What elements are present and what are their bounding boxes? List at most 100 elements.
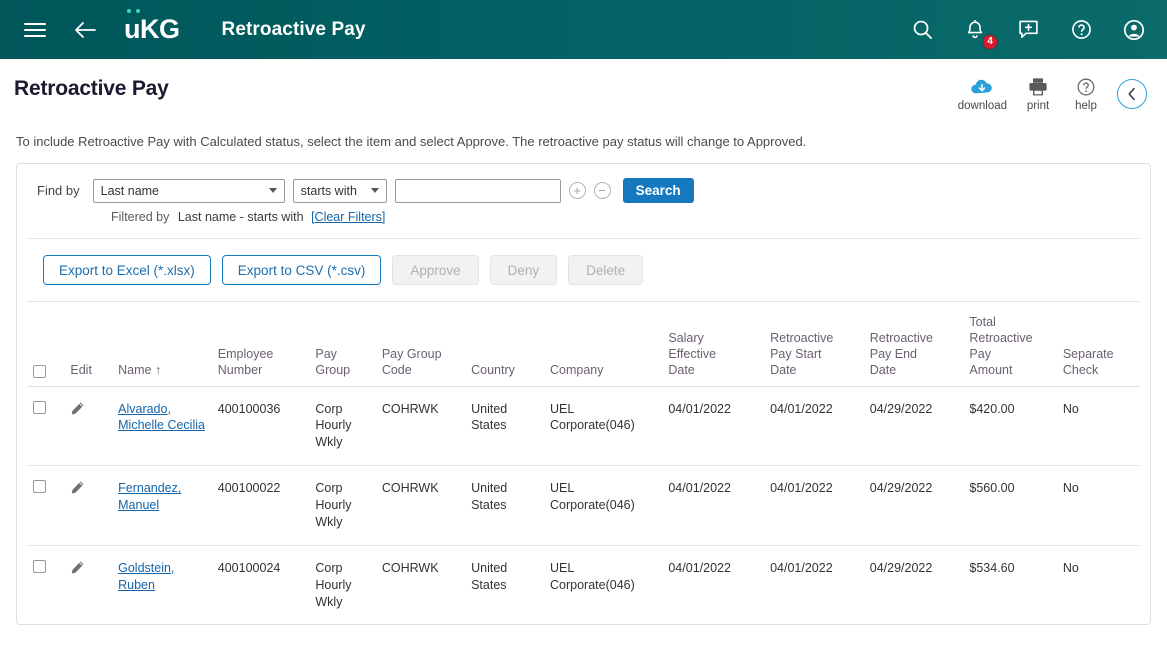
name-header-label: Name: [118, 362, 152, 377]
total-amount-header-line4: Amount: [969, 362, 1013, 377]
table-row: Alvarado, Michelle Cecilia 400100036 Corp …: [27, 386, 1140, 467]
separate-check-header-line1: Separate: [1062, 346, 1114, 361]
retro-end-date-header: Retroactive Pay End Date: [863, 302, 964, 387]
pay-group-code-header: Pay Group Code: [375, 302, 466, 387]
retro-start-header-line2: Pay Start: [770, 346, 822, 361]
notification-badge: 4: [982, 33, 998, 50]
row-employee-number-cell: 400100036: [211, 386, 310, 467]
deny-button: Deny: [489, 255, 558, 285]
download-action[interactable]: download: [958, 77, 1007, 112]
edit-pencil-icon[interactable]: [70, 401, 85, 421]
search-button[interactable]: [907, 15, 937, 45]
chevron-down-icon: [370, 188, 379, 193]
back-button[interactable]: [70, 15, 100, 45]
find-by-operator-value: starts with: [300, 183, 357, 198]
collapse-panel-button[interactable]: [1117, 79, 1147, 109]
salary-effective-header-line2: Effective: [668, 346, 717, 361]
row-salary-effective-date-cell: 04/01/2022: [662, 386, 765, 467]
logo-umlaut-dots: [127, 9, 140, 13]
export-excel-button[interactable]: Export to Excel (*.xlsx): [43, 255, 211, 285]
row-checkbox[interactable]: [33, 400, 46, 414]
row-name-link[interactable]: Goldstein, Ruben: [118, 560, 206, 594]
help-action[interactable]: help: [1069, 77, 1103, 112]
back-arrow-icon: [75, 21, 96, 38]
row-name-link-cell: Goldstein, Ruben: [112, 545, 212, 624]
user-avatar-icon: [1123, 19, 1145, 40]
search-button[interactable]: Search: [622, 178, 694, 203]
results-table-wrapper: Edit Name ↑ Employee Number Pay Group Pa…: [17, 302, 1150, 624]
find-by-operator-select[interactable]: starts with: [292, 178, 387, 203]
notifications-button[interactable]: 4: [960, 15, 998, 50]
find-by-value-input[interactable]: [394, 178, 561, 203]
row-total-amount-cell: $420.00: [963, 386, 1057, 467]
employee-number-header: Employee Number: [211, 302, 310, 387]
edit-header: Edit: [64, 302, 113, 387]
edit-pencil-icon[interactable]: [70, 560, 85, 580]
delete-button: Delete: [568, 255, 644, 285]
salary-effective-header-line3: Date: [668, 362, 695, 377]
total-amount-header-line2: Retroactive: [969, 330, 1033, 345]
row-country-cell: United States: [471, 560, 508, 592]
retro-end-header-line2: Pay End: [869, 346, 918, 361]
menu-button[interactable]: [20, 15, 50, 45]
search-panel: Find by Last name starts with + − Search…: [16, 163, 1151, 626]
table-header-row: Edit Name ↑ Employee Number Pay Group Pa…: [27, 302, 1140, 387]
row-name-link[interactable]: Alvarado, Michelle Cecilia: [118, 401, 206, 435]
select-all-checkbox[interactable]: [33, 364, 46, 378]
filtered-by-value: Last name - starts with: [177, 210, 304, 224]
retroactive-pay-table: Edit Name ↑ Employee Number Pay Group Pa…: [27, 302, 1140, 624]
row-company-cell: UEL Corporate(046): [544, 465, 663, 546]
edit-pencil-icon[interactable]: [70, 480, 85, 500]
download-label: download: [957, 100, 1007, 112]
salary-effective-header-line1: Salary: [668, 330, 704, 345]
profile-button[interactable]: [1119, 15, 1149, 45]
row-retro-end-date-cell: 04/29/2022: [863, 386, 964, 467]
page-toolbar: download print help: [958, 77, 1151, 112]
chevron-left-icon: [1128, 87, 1135, 101]
row-retro-end-date-cell: 04/29/2022: [869, 560, 933, 575]
printer-icon: [1029, 78, 1047, 96]
pay-group-code-header-line2: Code: [381, 362, 412, 377]
row-edit-cell: [64, 545, 112, 624]
row-select-cell: [27, 465, 65, 546]
row-total-amount-cell: $534.60: [969, 560, 1015, 575]
row-company-cell: UEL Corporate(046): [544, 386, 663, 467]
ukg-logo[interactable]: u KG: [124, 9, 180, 44]
help-button[interactable]: [1066, 15, 1096, 45]
row-retro-start-date-cell: 04/01/2022: [764, 465, 864, 546]
table-head: Edit Name ↑ Employee Number Pay Group Pa…: [27, 302, 1140, 387]
page-header: Retroactive Pay download print help: [0, 59, 1167, 112]
print-action[interactable]: print: [1021, 77, 1055, 112]
row-separate-check-cell: No: [1056, 386, 1140, 467]
total-amount-header: Total Retroactive Pay Amount: [963, 302, 1057, 387]
row-pay-group-code-cell: COHRWK: [375, 465, 466, 546]
total-amount-header-line1: Total: [969, 314, 996, 329]
row-edit-cell: [64, 465, 113, 546]
row-separate-check-cell: No: [1056, 465, 1140, 546]
add-criteria-button[interactable]: +: [568, 182, 586, 199]
row-pay-group-code-cell: COHRWK: [375, 386, 466, 467]
help-circle-icon: [1077, 78, 1095, 96]
filter-row: Find by Last name starts with + − Search: [17, 164, 1150, 203]
pay-group-header: Pay Group: [309, 302, 376, 387]
row-retro-start-date-cell: 04/01/2022: [770, 560, 833, 575]
row-retro-start-date-cell: 04/01/2022: [764, 386, 864, 467]
row-employee-number-cell: 400100022: [211, 465, 310, 546]
company-header: Company: [544, 302, 663, 387]
name-header[interactable]: Name ↑: [112, 302, 212, 387]
remove-criteria-button[interactable]: −: [593, 182, 611, 199]
row-checkbox[interactable]: [33, 559, 46, 573]
table-body: Alvarado, Michelle Cecilia 400100036 Corp …: [27, 386, 1140, 624]
row-total-amount-cell: $560.00: [963, 465, 1057, 546]
row-name-link[interactable]: Fernandez, Manuel: [118, 480, 206, 514]
find-by-field-select[interactable]: Last name: [92, 178, 285, 203]
logo-kg: KG: [140, 14, 180, 44]
row-checkbox[interactable]: [33, 480, 46, 494]
export-csv-button[interactable]: Export to CSV (*.csv): [221, 255, 382, 285]
feedback-button[interactable]: [1013, 15, 1043, 45]
clear-filters-link[interactable]: [Clear Filters]: [311, 210, 385, 224]
instruction-text: To include Retroactive Pay with Calculat…: [16, 134, 807, 149]
select-all-header: [27, 302, 65, 387]
table-row: Goldstein, Ruben 400100024 Corp Hourly Wkl…: [27, 545, 1140, 624]
logo-u: u: [124, 14, 141, 44]
